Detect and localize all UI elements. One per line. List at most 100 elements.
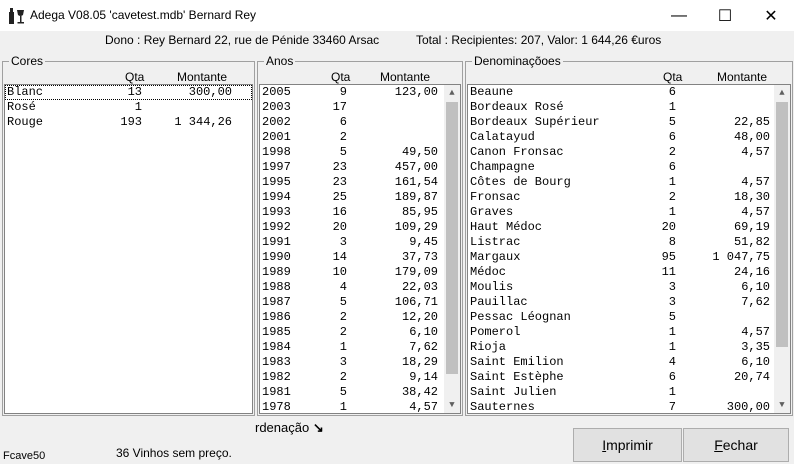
close-button[interactable]: ✕: [748, 0, 794, 31]
list-item-qty: 4: [339, 280, 347, 294]
list-item[interactable]: Rosé 1: [5, 100, 252, 115]
list-item[interactable]: 1992 20 109,29: [260, 220, 460, 235]
list-item[interactable]: Rioja 1 3,35: [468, 340, 790, 355]
list-item-amount: 6,10: [741, 280, 770, 294]
list-item[interactable]: Saint Emilion 4 6,10: [468, 355, 790, 370]
cores-qty-header: Qta: [125, 70, 145, 84]
list-item-qty: 6: [668, 160, 676, 174]
ordenacao-label[interactable]: rdenação ↘: [255, 420, 324, 436]
list-item-name: 1978: [262, 400, 291, 414]
list-item-amount: 106,71: [394, 295, 438, 309]
list-item-amount: 12,20: [401, 310, 438, 324]
list-item[interactable]: Champagne 6: [468, 160, 790, 175]
list-item[interactable]: Fronsac 2 18,30: [468, 190, 790, 205]
list-item[interactable]: 2001 2: [260, 130, 460, 145]
list-item-name: Moulis: [470, 280, 514, 294]
window-title: Adega V08.05 'cavetest.mdb' Bernard Rey: [30, 8, 257, 22]
list-item[interactable]: 1989 10 179,09: [260, 265, 460, 280]
list-item[interactable]: 1987 5 106,71: [260, 295, 460, 310]
list-item[interactable]: 2005 9 123,00: [260, 85, 460, 100]
list-item-amount: 18,29: [401, 355, 438, 369]
list-item-qty: 1: [668, 325, 676, 339]
list-item[interactable]: Saint Estèphe 6 20,74: [468, 370, 790, 385]
list-item-name: 1986: [262, 310, 291, 324]
list-item[interactable]: 1997 23 457,00: [260, 160, 460, 175]
list-item[interactable]: 1991 3 9,45: [260, 235, 460, 250]
list-item[interactable]: Médoc 11 24,16: [468, 265, 790, 280]
anos-listbox[interactable]: ▲ ▼ 2005 9 123,00 2003 17 2002 6 2001 2 1998 5 49,5…: [259, 84, 461, 414]
anos-legend: Anos: [264, 54, 296, 68]
list-item[interactable]: Blanc 13 300,00: [5, 85, 252, 100]
total-info: Total : Recipientes: 207, Valor: 1 644,2…: [416, 33, 662, 47]
maximize-icon: ☐: [717, 7, 733, 25]
list-item[interactable]: Rouge 193 1 344,26: [5, 115, 252, 130]
list-item[interactable]: Haut Médoc 20 69,19: [468, 220, 790, 235]
list-item-qty: 3: [668, 280, 676, 294]
list-item-name: Médoc: [470, 265, 507, 279]
list-item[interactable]: 1983 3 18,29: [260, 355, 460, 370]
list-item[interactable]: Bordeaux Supérieur 5 22,85: [468, 115, 790, 130]
list-item[interactable]: 1990 14 37,73: [260, 250, 460, 265]
list-item-amount: 9,14: [409, 370, 438, 384]
minimize-button[interactable]: —: [656, 0, 702, 31]
list-item-qty: 16: [332, 205, 347, 219]
list-item-name: 1984: [262, 340, 291, 354]
list-item-name: Margaux: [470, 250, 521, 264]
list-item[interactable]: Moulis 3 6,10: [468, 280, 790, 295]
list-item[interactable]: Côtes de Bourg 1 4,57: [468, 175, 790, 190]
list-item-qty: 23: [332, 160, 347, 174]
cores-listbox[interactable]: Blanc 13 300,00 Rosé 1 Rouge 193 1 344,26: [4, 84, 253, 414]
list-item-name: 1987: [262, 295, 291, 309]
list-item[interactable]: Pomerol 1 4,57: [468, 325, 790, 340]
list-item-name: Champagne: [470, 160, 535, 174]
list-item[interactable]: Calatayud 6 48,00: [468, 130, 790, 145]
list-item-amount: 6,10: [409, 325, 438, 339]
list-item[interactable]: Canon Fronsac 2 4,57: [468, 145, 790, 160]
list-item-qty: 2: [339, 130, 347, 144]
arrow-down-right-icon: ↘: [312, 420, 324, 435]
list-item-amount: 20,74: [733, 370, 770, 384]
list-item-name: Pessac Léognan: [470, 310, 571, 324]
list-item[interactable]: 1978 1 4,57: [260, 400, 460, 414]
list-item[interactable]: 1995 23 161,54: [260, 175, 460, 190]
maximize-button[interactable]: ☐: [702, 0, 748, 31]
list-item[interactable]: 1986 2 12,20: [260, 310, 460, 325]
list-item[interactable]: Pauillac 3 7,62: [468, 295, 790, 310]
list-item[interactable]: 1998 5 49,50: [260, 145, 460, 160]
list-item[interactable]: Bordeaux Rosé 1: [468, 100, 790, 115]
list-item[interactable]: 2003 17: [260, 100, 460, 115]
list-item[interactable]: 1993 16 85,95: [260, 205, 460, 220]
denominacoes-listbox[interactable]: ▲ ▼ Beaune 6 Bordeaux Rosé 1 Bordeaux Supéri…: [467, 84, 791, 414]
list-item-qty: 20: [332, 220, 347, 234]
list-item-amount: 24,16: [733, 265, 770, 279]
list-item[interactable]: 1981 5 38,42: [260, 385, 460, 400]
list-item-name: 1981: [262, 385, 291, 399]
list-item[interactable]: 1988 4 22,03: [260, 280, 460, 295]
print-button[interactable]: Imprimir: [573, 428, 682, 462]
list-item-name: Bordeaux Supérieur: [470, 115, 600, 129]
list-item[interactable]: 1994 25 189,87: [260, 190, 460, 205]
list-item[interactable]: 1985 2 6,10: [260, 325, 460, 340]
list-item-name: 2005: [262, 85, 291, 99]
list-item[interactable]: Listrac 8 51,82: [468, 235, 790, 250]
list-item-qty: 10: [332, 265, 347, 279]
list-item[interactable]: 2002 6: [260, 115, 460, 130]
list-item[interactable]: Saint Julien 1: [468, 385, 790, 400]
status-message: 36 Vinhos sem preço.: [116, 446, 232, 460]
list-item[interactable]: Graves 1 4,57: [468, 205, 790, 220]
list-item-qty: 3: [339, 235, 347, 249]
list-item[interactable]: Margaux 95 1 047,75: [468, 250, 790, 265]
list-item[interactable]: 1982 2 9,14: [260, 370, 460, 385]
close-form-button[interactable]: Fechar: [683, 428, 789, 462]
list-item-amount: 123,00: [394, 85, 438, 99]
list-item-amount: 4,57: [409, 400, 438, 414]
list-item[interactable]: Pessac Léognan 5: [468, 310, 790, 325]
list-item-qty: 6: [668, 370, 676, 384]
list-item[interactable]: Sauternes 7 300,00: [468, 400, 790, 414]
list-item[interactable]: Beaune 6: [468, 85, 790, 100]
list-item-name: Sauternes: [470, 400, 535, 414]
list-item[interactable]: 1984 1 7,62: [260, 340, 460, 355]
list-item-qty: 5: [339, 385, 347, 399]
list-item-name: Fronsac: [470, 190, 521, 204]
list-item-amount: 300,00: [726, 400, 770, 414]
